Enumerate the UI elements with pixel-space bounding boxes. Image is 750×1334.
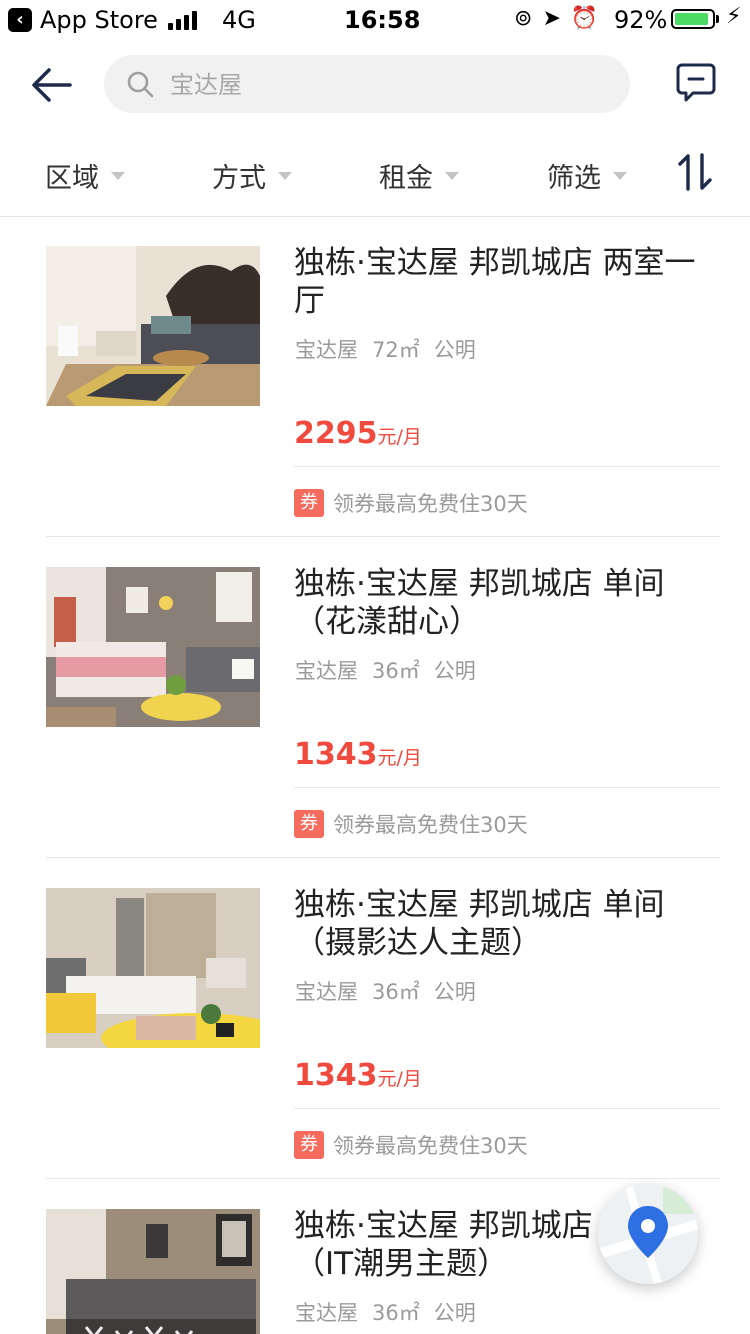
status-bar: ‹ App Store 4G 16:58 ⊚➤⏰ 92% ⚡ (0, 0, 750, 40)
divider (294, 466, 720, 467)
room-photo (46, 1209, 260, 1334)
coupon-badge: 券 (294, 1131, 324, 1159)
listing-card[interactable]: 独栋·宝达屋 邦凯城店 单间（摄影达人主题） 宝达屋 36㎡ 公明 1343元/月 … (0, 858, 750, 1179)
coupon-text: 领券最高免费住30天 (333, 1134, 528, 1158)
orientation-lock-icon: ⊚ (514, 6, 543, 31)
divider (294, 1108, 720, 1109)
bedroom-photo (46, 567, 260, 727)
listing-brand: 宝达屋 (295, 980, 358, 1004)
back-button[interactable] (30, 62, 76, 108)
listing-card[interactable]: 独栋·宝达屋 邦凯城店 两室一厅 宝达屋 72㎡ 公明 2295元/月 券 领券最高… (0, 216, 750, 537)
listing-price: 1343元/月 (294, 1058, 422, 1093)
battery-cap (716, 15, 719, 23)
studio-photo (46, 888, 260, 1048)
listing-meta: 宝达屋 36㎡ 公明 (295, 1297, 490, 1327)
divider (294, 787, 720, 788)
listing-photo[interactable] (46, 888, 260, 1048)
coupon-row[interactable]: 券 领券最高免费住30天 (294, 1130, 528, 1160)
location-icon: ➤ (542, 6, 571, 31)
listing-price: 1343元/月 (294, 737, 422, 772)
price-unit: 元/月 (377, 426, 422, 448)
coupon-badge: 券 (294, 489, 324, 517)
map-pin-icon (598, 1184, 698, 1284)
status-icons: ⊚➤⏰ (514, 6, 608, 31)
message-button[interactable] (676, 62, 716, 104)
signal-icon (168, 10, 197, 30)
coupon-row[interactable]: 券 领券最高免费住30天 (294, 488, 528, 518)
price-unit: 元/月 (377, 747, 422, 769)
listing-area: 36㎡ (372, 980, 420, 1004)
listing-price: 2295元/月 (294, 416, 422, 451)
listing-meta: 宝达屋 72㎡ 公明 (295, 334, 490, 364)
search-icon (127, 71, 154, 98)
price-value: 1343 (294, 1058, 378, 1093)
message-icon (676, 63, 716, 102)
filter-region[interactable]: 区域 (45, 156, 125, 195)
coupon-text: 领券最高免费住30天 (333, 492, 528, 516)
dropdown-triangle-icon (445, 171, 459, 180)
listing-brand: 宝达屋 (295, 338, 358, 362)
listing-meta: 宝达屋 36㎡ 公明 (295, 976, 490, 1006)
listing-area: 36㎡ (372, 1301, 420, 1325)
listing-photo[interactable] (46, 1209, 260, 1334)
price-unit: 元/月 (377, 1068, 422, 1090)
listing-area: 72㎡ (372, 338, 420, 362)
dropdown-triangle-icon (278, 171, 292, 180)
listing-photo[interactable] (46, 567, 260, 727)
listing-district: 公明 (433, 659, 476, 683)
listing-title[interactable]: 独栋·宝达屋 邦凯城店 单间（花漾甜心） (294, 565, 704, 641)
filter-more[interactable]: 筛选 (547, 156, 627, 195)
battery-level (675, 13, 709, 25)
clock: 16:58 (344, 6, 421, 34)
listing-district: 公明 (433, 980, 476, 1004)
battery-icon (671, 9, 715, 29)
dropdown-triangle-icon (613, 171, 627, 180)
filter-method[interactable]: 方式 (212, 156, 292, 195)
charging-icon: ⚡ (726, 4, 742, 29)
price-value: 2295 (294, 416, 378, 451)
filter-label: 方式 (212, 163, 266, 194)
listing-district: 公明 (433, 338, 476, 362)
back-arrow-icon (32, 68, 72, 102)
alarm-icon: ⏰ (570, 6, 609, 31)
back-to-app-icon[interactable]: ‹ (8, 8, 32, 32)
filter-label: 租金 (379, 163, 433, 194)
living-room-photo (46, 246, 260, 406)
coupon-badge: 券 (294, 810, 324, 838)
listing-card[interactable]: 独栋·宝达屋 邦凯城店 单间（花漾甜心） 宝达屋 36㎡ 公明 1343元/月 券 … (0, 537, 750, 858)
coupon-text: 领券最高免费住30天 (333, 813, 528, 837)
listing-title[interactable]: 独栋·宝达屋 邦凯城店 两室一厅 (294, 244, 704, 320)
price-value: 1343 (294, 737, 378, 772)
search-input[interactable] (168, 55, 612, 115)
dropdown-triangle-icon (111, 171, 125, 180)
listing-area: 36㎡ (372, 659, 420, 683)
filter-rent[interactable]: 租金 (379, 156, 459, 195)
listing-brand: 宝达屋 (295, 659, 358, 683)
back-app-label[interactable]: App Store (40, 6, 158, 34)
coupon-row[interactable]: 券 领券最高免费住30天 (294, 809, 528, 839)
listing-photo[interactable] (46, 246, 260, 406)
listing-meta: 宝达屋 36㎡ 公明 (295, 655, 490, 685)
listing-title[interactable]: 独栋·宝达屋 邦凯城店 单间（摄影达人主题） (294, 886, 704, 962)
listing-brand: 宝达屋 (295, 1301, 358, 1325)
filter-bar: 区域 方式 租金 筛选 (0, 130, 750, 217)
filter-label: 筛选 (547, 163, 601, 194)
battery-percent: 92% (614, 6, 668, 34)
filter-label: 区域 (45, 163, 99, 194)
sort-button[interactable] (676, 152, 714, 192)
sort-icon (678, 153, 712, 191)
search-bar[interactable] (104, 55, 630, 115)
map-button[interactable] (598, 1184, 698, 1284)
listing-district: 公明 (433, 1301, 476, 1325)
network-label: 4G (222, 6, 256, 34)
